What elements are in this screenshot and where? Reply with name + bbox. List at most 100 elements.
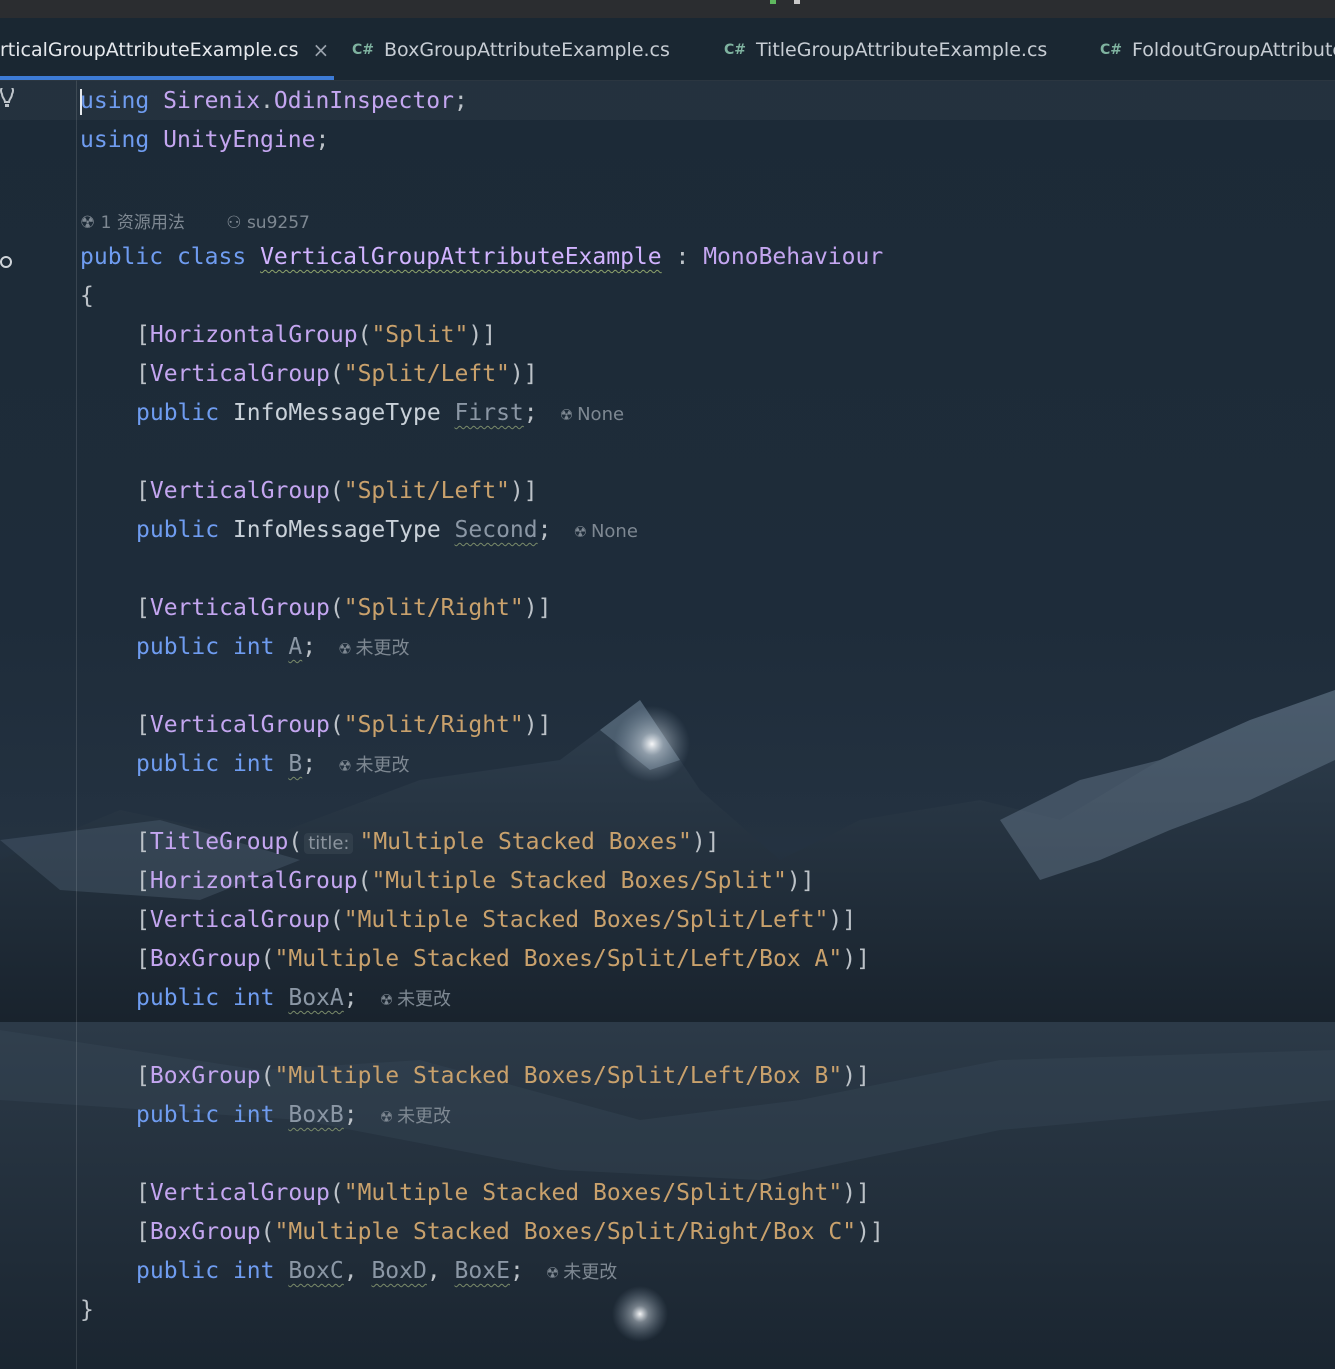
- punctuation: ;: [315, 127, 330, 153]
- attribute-name[interactable]: VerticalGroup: [150, 712, 330, 738]
- keyword: public: [80, 244, 164, 270]
- attribute-name[interactable]: BoxGroup: [150, 1063, 261, 1089]
- tab-label: TitleGroupAttributeExample.cs: [756, 39, 1048, 61]
- window-top-bar: [0, 0, 1335, 18]
- field-name[interactable]: Second: [455, 517, 538, 543]
- lightbulb-icon[interactable]: [0, 88, 14, 112]
- field-name[interactable]: BoxD: [371, 1258, 426, 1284]
- tab-label: FoldoutGroupAttribute: [1132, 39, 1335, 61]
- attribute-line: [VerticalGroup("Multiple Stacked Boxes/S…: [136, 907, 857, 933]
- field-name[interactable]: B: [288, 751, 302, 777]
- attribute-line: [HorizontalGroup("Split")]: [136, 322, 497, 348]
- keyword: using: [80, 127, 150, 153]
- type-name: int: [232, 985, 275, 1011]
- close-icon[interactable]: ×: [312, 38, 329, 62]
- value-hint[interactable]: ☢ 未更改: [338, 755, 409, 776]
- attribute-line: [TitleGroup(title: "Multiple Stacked Boxe…: [136, 829, 720, 855]
- tab-verticalgroup[interactable]: rticalGroupAttributeExample.cs ×: [0, 36, 329, 64]
- implementation-gutter-icon[interactable]: [0, 254, 16, 270]
- csharp-file-icon: C#: [724, 42, 747, 58]
- keyword: class: [176, 244, 247, 270]
- field-name[interactable]: BoxB: [288, 1102, 343, 1128]
- attribute-name[interactable]: VerticalGroup: [150, 907, 330, 933]
- field-name[interactable]: BoxA: [288, 985, 343, 1011]
- open-brace: {: [80, 283, 94, 309]
- editor-tab-bar: rticalGroupAttributeExample.cs × C# BoxG…: [0, 18, 1335, 81]
- field-name[interactable]: A: [288, 634, 302, 660]
- punctuation: ;: [453, 88, 468, 114]
- namespace: OdinInspector: [273, 88, 454, 114]
- unity-icon: ☢: [379, 1108, 394, 1126]
- attribute-name[interactable]: TitleGroup: [150, 829, 288, 855]
- value-hint[interactable]: ☢ 未更改: [546, 1262, 617, 1283]
- field-declaration: public int BoxC, BoxD, BoxE; ☢ 未更改: [136, 1258, 618, 1284]
- attribute-line: [VerticalGroup("Split/Right")]: [136, 595, 552, 621]
- string-literal: "Multiple Stacked Boxes/Split/Right/Box …: [274, 1219, 857, 1245]
- string-literal: "Multiple Stacked Boxes/Split/Left/Box B…: [274, 1063, 843, 1089]
- string-literal: "Multiple Stacked Boxes": [359, 829, 692, 855]
- namespace: Sirenix: [163, 88, 261, 114]
- string-literal: "Split": [371, 322, 469, 348]
- class-name[interactable]: VerticalGroupAttributeExample: [260, 244, 662, 270]
- value-hint[interactable]: ☢ None: [573, 521, 637, 542]
- field-declaration: public InfoMessageType Second; ☢ None: [136, 517, 638, 543]
- type-name[interactable]: InfoMessageType: [233, 517, 441, 543]
- author-hint[interactable]: ⚇ su9257: [226, 213, 328, 233]
- type-name: int: [232, 634, 275, 660]
- field-name[interactable]: BoxC: [288, 1258, 343, 1284]
- active-tab-underline: [0, 76, 334, 80]
- attribute-name[interactable]: BoxGroup: [150, 1219, 261, 1245]
- code-editor[interactable]: using Sirenix.OdinInspector; using Unity…: [0, 80, 1335, 1369]
- field-name[interactable]: BoxE: [455, 1258, 510, 1284]
- type-name: int: [232, 751, 275, 777]
- value-hint[interactable]: ☢ 未更改: [338, 638, 409, 659]
- value-hint[interactable]: ☢ None: [560, 404, 624, 425]
- code-line-2: using UnityEngine;: [80, 121, 329, 160]
- field-declaration: public int BoxB; ☢ 未更改: [136, 1102, 452, 1128]
- string-literal: "Split/Left": [343, 478, 510, 504]
- tab-label: BoxGroupAttributeExample.cs: [384, 39, 670, 61]
- field-declaration: public InfoMessageType First; ☢ None: [136, 400, 625, 426]
- unity-icon: ☢: [338, 757, 352, 775]
- tab-titlegroup[interactable]: C# TitleGroupAttributeExample.cs: [724, 36, 1047, 64]
- attribute-name[interactable]: VerticalGroup: [150, 1180, 330, 1206]
- string-literal: "Multiple Stacked Boxes/Split": [371, 868, 787, 894]
- attribute-line: [VerticalGroup("Multiple Stacked Boxes/S…: [136, 1180, 870, 1206]
- attribute-name[interactable]: BoxGroup: [150, 946, 261, 972]
- attribute-name[interactable]: VerticalGroup: [150, 595, 330, 621]
- tab-boxgroup[interactable]: C# BoxGroupAttributeExample.cs: [352, 36, 670, 64]
- field-declaration: public int A; ☢ 未更改: [136, 634, 410, 660]
- attribute-name[interactable]: VerticalGroup: [150, 361, 330, 387]
- value-hint[interactable]: ☢ 未更改: [380, 1106, 451, 1127]
- type-name[interactable]: InfoMessageType: [233, 400, 441, 426]
- usages-hint[interactable]: ☢ 1 资源用法: [80, 213, 203, 233]
- string-literal: "Split/Right": [343, 595, 524, 621]
- unity-icon: ☢: [545, 1264, 560, 1282]
- csharp-file-icon: C#: [1100, 42, 1123, 58]
- close-brace: }: [80, 1297, 94, 1323]
- csharp-file-icon: C#: [352, 42, 375, 58]
- type-name: int: [232, 1102, 275, 1128]
- keyword: using: [80, 88, 150, 114]
- tab-label: rticalGroupAttributeExample.cs: [0, 39, 299, 61]
- field-declaration: public int BoxA; ☢ 未更改: [136, 985, 452, 1011]
- unity-icon: ☢: [338, 640, 352, 658]
- unity-icon: ☢: [573, 523, 587, 541]
- attribute-name[interactable]: HorizontalGroup: [150, 868, 358, 894]
- string-literal: "Split/Right": [343, 712, 524, 738]
- type-name: int: [232, 1258, 275, 1284]
- namespace: UnityEngine: [163, 127, 316, 153]
- attribute-line: [VerticalGroup("Split/Left")]: [136, 478, 538, 504]
- attribute-line: [HorizontalGroup("Multiple Stacked Boxes…: [136, 868, 815, 894]
- attribute-line: [VerticalGroup("Split/Right")]: [136, 712, 552, 738]
- class-declaration: public class VerticalGroupAttributeExamp…: [80, 238, 883, 277]
- field-declaration: public int B; ☢ 未更改: [136, 751, 410, 777]
- attribute-name[interactable]: VerticalGroup: [150, 478, 330, 504]
- tab-foldoutgroup[interactable]: C# FoldoutGroupAttribute: [1100, 36, 1335, 64]
- field-name[interactable]: First: [455, 400, 524, 426]
- attribute-name[interactable]: HorizontalGroup: [150, 322, 358, 348]
- base-class[interactable]: MonoBehaviour: [703, 244, 883, 270]
- code-lens[interactable]: ☢ 1 资源用法 ⚇ su9257: [80, 208, 346, 233]
- value-hint[interactable]: ☢ 未更改: [380, 989, 451, 1010]
- parameter-name-hint: title:: [304, 833, 354, 854]
